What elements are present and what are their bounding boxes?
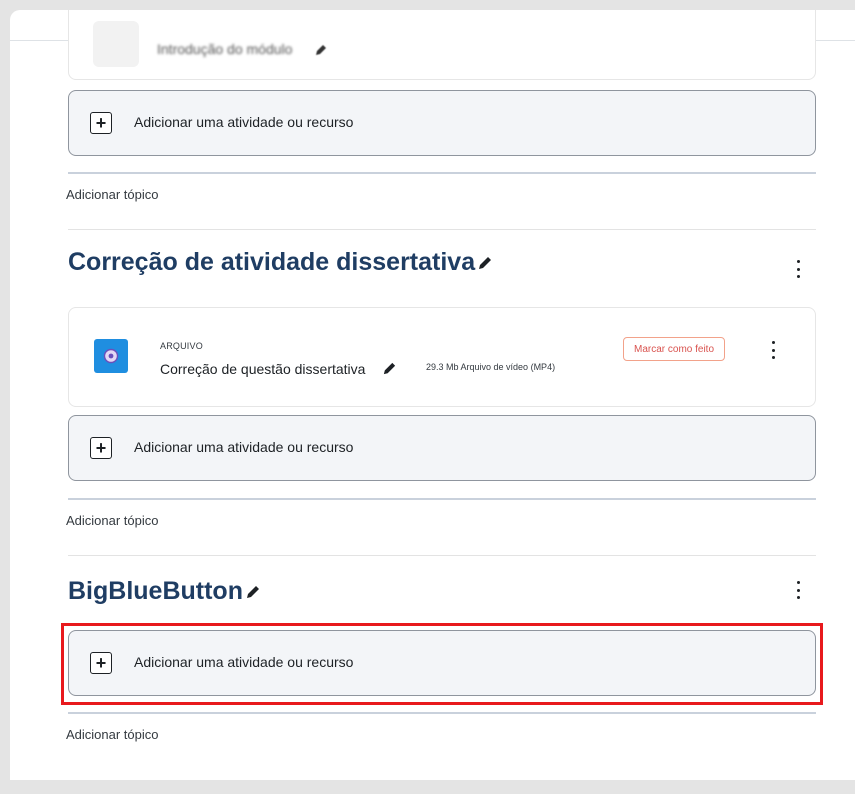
activity-file-info: 29.3 Mb Arquivo de vídeo (MP4) — [426, 362, 556, 372]
pencil-icon[interactable] — [477, 249, 493, 278]
pencil-icon[interactable] — [245, 578, 261, 607]
pencil-icon[interactable] — [315, 43, 327, 61]
section-divider — [68, 172, 816, 174]
section-divider — [68, 712, 816, 714]
section-title: BigBlueButton — [68, 577, 261, 607]
course-page: Introdução do módulo + Adicionar uma ati… — [10, 10, 855, 780]
video-file-icon — [94, 339, 128, 373]
section-title-text: BigBlueButton — [68, 577, 243, 605]
add-activity-button[interactable]: + Adicionar uma atividade ou recurso — [68, 415, 816, 481]
section-menu-kebab-icon[interactable] — [792, 581, 804, 599]
pencil-icon[interactable] — [382, 361, 397, 381]
add-topic-link[interactable]: Adicionar tópico — [66, 727, 159, 742]
add-activity-button[interactable]: + Adicionar uma atividade ou recurso — [68, 630, 816, 696]
section-divider — [68, 229, 816, 230]
plus-icon: + — [90, 112, 112, 134]
add-topic-link[interactable]: Adicionar tópico — [66, 513, 159, 528]
add-topic-link[interactable]: Adicionar tópico — [66, 187, 159, 202]
activity-thumbnail — [93, 21, 139, 67]
mark-as-done-button[interactable]: Marcar como feito — [623, 337, 726, 361]
activity-menu-kebab-icon[interactable] — [767, 341, 779, 359]
section-divider — [68, 555, 816, 556]
activity-card-top: Introdução do módulo — [68, 10, 816, 80]
section-divider — [68, 498, 816, 500]
add-activity-button[interactable]: + Adicionar uma atividade ou recurso — [68, 90, 816, 156]
add-activity-label: Adicionar uma atividade ou recurso — [134, 439, 354, 455]
plus-icon: + — [90, 652, 112, 674]
activity-type-label: ARQUIVO — [160, 341, 203, 351]
add-activity-label: Adicionar uma atividade ou recurso — [134, 654, 354, 670]
activity-name-link[interactable]: Correção de questão dissertativa — [160, 361, 365, 377]
plus-icon: + — [90, 437, 112, 459]
section-title: Correção de atividade dissertativa — [68, 248, 493, 278]
section-menu-kebab-icon[interactable] — [792, 260, 804, 278]
section-title-text: Correção de atividade dissertativa — [68, 248, 476, 276]
add-activity-label: Adicionar uma atividade ou recurso — [134, 114, 354, 130]
activity-name-top[interactable]: Introdução do módulo — [157, 41, 292, 57]
activity-card: ARQUIVO Correção de questão dissertativa… — [68, 307, 816, 407]
